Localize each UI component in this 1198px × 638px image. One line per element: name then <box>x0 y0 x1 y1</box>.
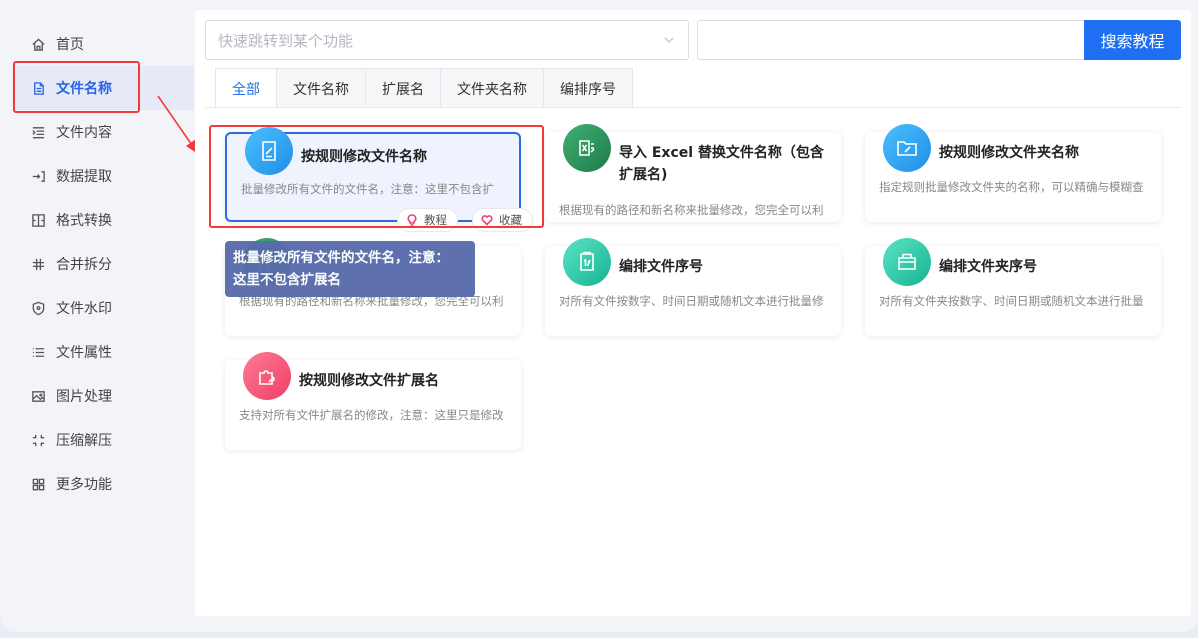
folder-edit-icon <box>883 124 931 172</box>
highlight-box-nav <box>13 61 140 113</box>
list-icon <box>30 344 46 360</box>
sidebar-item-format-convert[interactable]: 格式转换 <box>12 198 194 242</box>
card-import-excel[interactable]: 导入 Excel 替换文件名称（包含 扩展名) 根据现有的路径和新名称来批量修改… <box>545 124 841 222</box>
convert-icon <box>30 212 46 228</box>
home-icon <box>30 36 46 52</box>
sidebar-item-home[interactable]: 首页 <box>12 22 194 66</box>
sidebar-item-watermark[interactable]: 文件水印 <box>12 286 194 330</box>
card-rename-extensions[interactable]: 按规则修改文件扩展名 支持对所有文件扩展名的修改，注意：这里只是修改 <box>225 352 521 450</box>
sidebar-item-label: 更多功能 <box>56 477 112 493</box>
folder-number-icon <box>883 238 931 286</box>
sidebar-item-label: 文件属性 <box>56 345 112 361</box>
card-desc: 指定规则批量修改文件夹的名称，可以精确与模糊查 <box>879 180 1144 194</box>
hash-icon <box>30 256 46 272</box>
tutorial-search-input[interactable] <box>697 20 1085 60</box>
tab-extension[interactable]: 扩展名 <box>365 68 441 108</box>
sidebar-item-more[interactable]: 更多功能 <box>12 462 194 506</box>
sidebar-item-merge-split[interactable]: 合并拆分 <box>12 242 194 286</box>
grid-icon <box>30 476 46 492</box>
puzzle-icon <box>243 352 291 400</box>
highlight-box-card <box>209 125 544 228</box>
sidebar-item-label: 数据提取 <box>56 169 112 185</box>
tooltip-line1: 批量修改所有文件的文件名，注意： <box>233 250 449 266</box>
compress-icon <box>30 432 46 448</box>
chevron-down-icon <box>664 37 674 43</box>
card-tooltip: 批量修改所有文件的文件名，注意： 这里不包含扩展名 <box>225 241 475 297</box>
excel-icon <box>563 124 611 172</box>
tab-file-name[interactable]: 文件名称 <box>276 68 366 108</box>
sidebar-item-data-extract[interactable]: 数据提取 <box>12 154 194 198</box>
card-number-folders[interactable]: 编排文件夹序号 对所有文件夹按数字、时间日期或随机文本进行批量 <box>865 238 1161 336</box>
card-title: 按规则修改文件夹名称 <box>939 145 1079 161</box>
card-desc: 对所有文件夹按数字、时间日期或随机文本进行批量 <box>879 294 1144 308</box>
sidebar-item-label: 格式转换 <box>56 213 112 229</box>
card-title: 导入 Excel 替换文件名称（包含 <box>619 145 824 161</box>
sidebar-item-image[interactable]: 图片处理 <box>12 374 194 418</box>
card-title: 编排文件夹序号 <box>939 259 1037 275</box>
card-desc: 支持对所有文件扩展名的修改，注意：这里只是修改 <box>239 408 504 422</box>
extract-icon <box>30 168 46 184</box>
search-placeholder: 快速跳转到某个功能 <box>218 31 354 50</box>
shield-icon <box>30 300 46 316</box>
card-title-line2: 扩展名) <box>619 167 668 183</box>
sidebar-item-label: 压缩解压 <box>56 433 112 449</box>
tab-folder-name[interactable]: 文件夹名称 <box>440 68 544 108</box>
tooltip-line2: 这里不包含扩展名 <box>233 272 341 288</box>
card-title: 按规则修改文件扩展名 <box>299 373 439 389</box>
card-title-block: 导入 Excel 替换文件名称（包含 扩展名) <box>619 142 829 186</box>
search-tutorial-button[interactable]: 搜索教程 <box>1084 20 1181 60</box>
tabs-divider <box>205 107 1181 108</box>
sidebar-item-label: 图片处理 <box>56 389 112 405</box>
tab-all[interactable]: 全部 <box>215 68 277 108</box>
app-frame: 首页 文件名称 文件内容 数据提取 格式转换 合并拆分 文件水印 文件属性 图片… <box>0 0 1198 632</box>
sidebar-item-label: 合并拆分 <box>56 257 112 273</box>
function-search-select[interactable]: 快速跳转到某个功能 <box>205 20 689 60</box>
sidebar-item-label: 文件内容 <box>56 125 112 141</box>
number-doc-icon <box>563 238 611 286</box>
card-rename-folders[interactable]: 按规则修改文件夹名称 指定规则批量修改文件夹的名称，可以精确与模糊查 <box>865 124 1161 222</box>
card-desc: 对所有文件按数字、时间日期或随机文本进行批量修 <box>559 294 824 308</box>
text-indent-icon <box>30 124 46 140</box>
image-icon <box>30 388 46 404</box>
card-desc: 根据现有的路径和新名称来批量修改，您完全可以利 <box>559 203 824 217</box>
sidebar-item-file-props[interactable]: 文件属性 <box>12 330 194 374</box>
category-tabs: 全部 文件名称 扩展名 文件夹名称 编排序号 <box>215 68 633 108</box>
sidebar-item-compress[interactable]: 压缩解压 <box>12 418 194 462</box>
sidebar-item-label: 文件水印 <box>56 301 112 317</box>
card-title: 编排文件序号 <box>619 259 703 275</box>
card-number-files[interactable]: 编排文件序号 对所有文件按数字、时间日期或随机文本进行批量修 <box>545 238 841 336</box>
sidebar-item-label: 首页 <box>56 37 84 53</box>
tab-numbering[interactable]: 编排序号 <box>543 68 633 108</box>
